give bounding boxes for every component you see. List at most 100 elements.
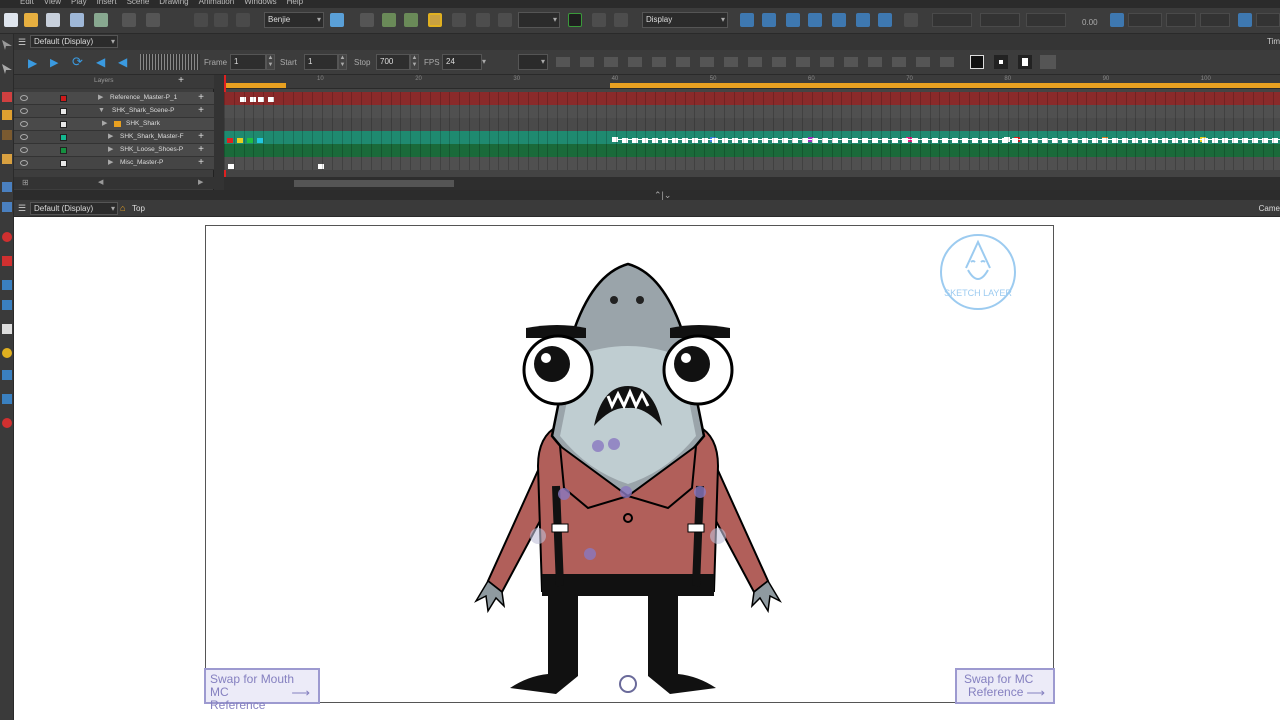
morph-tool-icon[interactable] <box>2 418 12 428</box>
layers-scrollbar[interactable] <box>214 75 224 190</box>
layer-properties-icon[interactable]: ⊞ <box>22 178 29 187</box>
menu-animation[interactable]: Animation <box>199 0 245 8</box>
frame-row-scene[interactable] <box>224 105 1280 118</box>
flip-icon[interactable] <box>498 13 512 27</box>
layer-color-swatch[interactable] <box>60 108 67 115</box>
keyframe-white-icon[interactable] <box>1018 55 1032 69</box>
keyframe-marker[interactable] <box>932 138 938 143</box>
start-spinner[interactable]: ▲ ▼ <box>338 54 347 70</box>
light-table-icon[interactable] <box>614 13 628 27</box>
play-selection-icon[interactable]: ▶ <box>50 56 58 69</box>
contour-tool-icon[interactable] <box>2 64 12 74</box>
scroll-left-icon[interactable]: ◀ <box>98 178 103 186</box>
frames-scrollbar[interactable] <box>224 177 1280 190</box>
playback-speed-slider[interactable] <box>140 54 200 70</box>
expand-icon[interactable]: ▶ <box>108 157 113 169</box>
scale-icon[interactable] <box>786 13 800 27</box>
shape-tool-icon[interactable] <box>2 182 12 192</box>
rig-handle[interactable] <box>694 486 706 498</box>
rig-handle[interactable] <box>592 440 604 452</box>
layer-color-swatch[interactable] <box>60 121 67 128</box>
layer-color-swatch[interactable] <box>60 147 67 154</box>
filter-icon[interactable] <box>904 13 918 27</box>
snap-icon[interactable] <box>878 13 892 27</box>
transform-tool-icon[interactable] <box>2 370 12 380</box>
extra-field[interactable] <box>1256 13 1280 27</box>
eye-icon[interactable] <box>20 108 28 114</box>
master-peg-handle[interactable] <box>619 675 637 693</box>
spline-tool-icon[interactable] <box>2 394 12 404</box>
camera-view-select[interactable]: Default (Display) <box>30 202 118 215</box>
bone-tool-icon[interactable] <box>2 348 12 358</box>
menu-windows[interactable]: Windows <box>244 0 286 8</box>
transform-icon[interactable] <box>360 13 374 27</box>
keyframe-marker[interactable] <box>882 138 888 143</box>
empty-select[interactable] <box>518 12 560 28</box>
move-icon[interactable] <box>740 13 754 27</box>
pencil-tool-icon[interactable] <box>2 110 12 120</box>
keyframe-marker[interactable] <box>822 138 828 143</box>
keyframe-marker[interactable] <box>227 138 233 143</box>
keyframe-marker[interactable] <box>862 138 868 143</box>
skew-field[interactable] <box>1200 13 1230 27</box>
keyframe-marker[interactable] <box>712 138 718 143</box>
expand-icon[interactable]: ▶ <box>108 131 113 143</box>
z-field[interactable] <box>1026 13 1066 27</box>
eye-icon[interactable] <box>20 121 28 127</box>
expand-icon[interactable]: ▶ <box>108 144 113 156</box>
stop-spinner[interactable]: ▲ ▼ <box>410 54 419 70</box>
menu-edit[interactable]: Edit <box>20 0 44 8</box>
expand-icon[interactable]: ▶ <box>98 92 103 104</box>
keyframe-marker[interactable] <box>942 138 948 143</box>
cut-icon[interactable] <box>194 13 208 27</box>
keyframe-marker[interactable] <box>247 138 253 143</box>
keyframe-mode-select[interactable] <box>518 54 548 70</box>
add-icon[interactable]: + <box>198 92 204 104</box>
expand-icon[interactable]: ▶ <box>102 118 107 130</box>
frame-row-shoes[interactable] <box>224 144 1280 157</box>
stroke-tool-icon[interactable] <box>2 280 12 290</box>
settings-icon[interactable] <box>1238 13 1252 27</box>
cutter-tool-icon[interactable] <box>2 256 12 266</box>
save-icon[interactable] <box>46 13 60 27</box>
menu-drawing[interactable]: Drawing <box>159 0 198 8</box>
animate-mode-icon[interactable] <box>568 13 582 27</box>
rotation-icon[interactable] <box>1110 13 1124 27</box>
shark-character[interactable] <box>468 256 788 701</box>
keyframe-marker[interactable] <box>912 138 918 143</box>
layer-row[interactable]: ▼ SHK_Shark_Scene-P + <box>14 105 214 118</box>
timeline-view-select[interactable]: Default (Display) <box>30 35 118 48</box>
add-icon[interactable]: + <box>198 105 204 117</box>
zoom-tool-icon[interactable] <box>2 300 12 310</box>
keyframe-marker[interactable] <box>832 138 838 143</box>
new-icon[interactable] <box>4 13 18 27</box>
open-icon[interactable] <box>24 13 38 27</box>
keyframe-marker[interactable] <box>872 138 878 143</box>
add-icon[interactable]: + <box>198 157 204 169</box>
eraser-tool-icon[interactable] <box>2 130 12 140</box>
stop-field[interactable]: 700 <box>376 54 410 70</box>
keyframe-marker[interactable] <box>1202 138 1208 143</box>
frame-field[interactable]: 1 <box>230 54 266 70</box>
layer-row[interactable]: ▶ SHK_Shark_Master-F + <box>14 131 214 144</box>
add-layer-icon[interactable]: + <box>178 75 184 87</box>
keyframe-marker[interactable] <box>992 138 998 143</box>
sound-icon[interactable]: ◀ <box>96 55 105 69</box>
display-select[interactable]: Display <box>642 12 728 28</box>
rig-handle[interactable] <box>620 486 632 498</box>
y-field[interactable] <box>980 13 1020 27</box>
keyframe-marker[interactable] <box>902 138 908 143</box>
start-field[interactable]: 1 <box>304 54 338 70</box>
character-action-icon[interactable] <box>330 13 344 27</box>
layer-row[interactable]: ▶ Reference_Master-P_1 + <box>14 92 214 105</box>
keyframe-dot-icon[interactable] <box>994 55 1008 69</box>
add-icon[interactable]: + <box>198 144 204 156</box>
fps-dropdown-icon[interactable]: ▾ <box>482 57 486 66</box>
brush-tool-icon[interactable] <box>2 92 12 102</box>
hierarchy-icon[interactable] <box>404 13 418 27</box>
paste-icon[interactable] <box>236 13 250 27</box>
play-icon[interactable]: ▶ <box>28 56 37 70</box>
menu-insert[interactable]: Insert <box>97 0 127 8</box>
keyframe-marker[interactable] <box>257 138 263 143</box>
rig-handle[interactable] <box>558 488 570 500</box>
